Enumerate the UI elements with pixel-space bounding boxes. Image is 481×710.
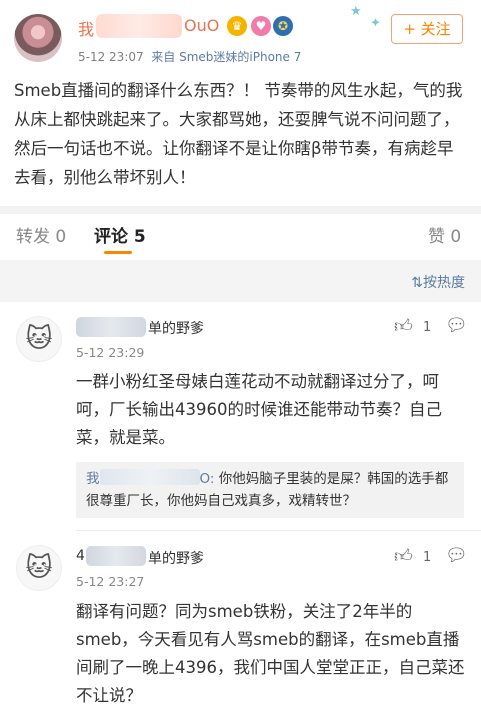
comment-sort-bar bbox=[0, 260, 481, 302]
comment-separator bbox=[76, 530, 481, 531]
star-decor-icon: ✦ bbox=[370, 16, 381, 31]
commenter-name-blur bbox=[76, 317, 146, 337]
sort-by-hot-button[interactable]: ⇅按热度 bbox=[411, 272, 465, 292]
comment-reply[interactable]: 我 O: 你他妈脑子里装的是屎？韩国的选手都很尊重厂长，你他妈自己戏真多，戏精转世… bbox=[76, 462, 464, 518]
tab-repost[interactable]: 转发 0 bbox=[16, 222, 66, 247]
sort-label: 按热度 bbox=[423, 275, 465, 291]
game-badge-icon: ✪ bbox=[273, 16, 293, 36]
reply-comment-icon[interactable]: 💬︎ bbox=[445, 315, 468, 336]
tab-active-indicator bbox=[104, 251, 132, 254]
vip-crown-icon: ♛ bbox=[227, 16, 247, 36]
comment-time: 5-12 23:29 bbox=[76, 345, 145, 360]
reply-author-prefix[interactable]: 我 bbox=[86, 471, 100, 487]
comment-text: 一群小粉红圣母婊白莲花动不动就翻译过分了，呵呵，厂长输出43960的时候谁还能带… bbox=[76, 372, 442, 447]
author-name-suffix[interactable]: OuO bbox=[184, 16, 219, 35]
tab-like[interactable]: 赞 0 bbox=[428, 222, 461, 247]
author-avatar[interactable] bbox=[14, 14, 62, 62]
post-text: Smeb直播间的翻译什么东西？！ 节奏带的风生水起，气的我从床上都快跳起来了。大… bbox=[14, 81, 463, 187]
follow-button[interactable]: + 关注 bbox=[391, 14, 463, 44]
commenter-name-prefix[interactable]: 4 bbox=[76, 548, 85, 564]
commenter-avatar[interactable]: 🐱 bbox=[16, 316, 62, 362]
commenter-name[interactable]: 单的野爹 bbox=[148, 318, 204, 338]
thumbs-up-icon[interactable]: 👍︎ bbox=[394, 315, 413, 337]
commenter-name-blur bbox=[86, 546, 146, 566]
reply-author-blur bbox=[99, 469, 200, 485]
tab-comment[interactable]: 评论 5 bbox=[94, 222, 146, 247]
author-name-blur bbox=[96, 14, 182, 38]
post-meta: 5-12 23:07 来自 Smeb迷妹的iPhone 7 bbox=[78, 48, 301, 65]
comment-text: 翻译有问题？同为smeb铁粉，关注了2年半的smeb，今天看见有人骂smeb的翻… bbox=[76, 602, 465, 705]
commenter-name[interactable]: 单的野爹 bbox=[148, 548, 204, 568]
post-source: 来自 Smeb迷妹的iPhone 7 bbox=[151, 50, 302, 64]
reply-author-suffix[interactable]: O: bbox=[200, 471, 215, 487]
author-name-prefix[interactable]: 我 bbox=[78, 16, 94, 40]
comment-like-count: 1 bbox=[423, 550, 432, 565]
post-time: 5-12 23:07 bbox=[78, 50, 144, 64]
comment-like-count: 1 bbox=[423, 320, 432, 335]
comment-time: 5-12 23:27 bbox=[76, 574, 145, 589]
thumbs-up-icon[interactable]: 👍︎ bbox=[394, 545, 413, 567]
heart-badge-icon: ♥ bbox=[251, 16, 271, 36]
reply-comment-icon[interactable]: 💬︎ bbox=[445, 545, 468, 566]
section-divider bbox=[0, 206, 481, 214]
star-decor-icon: ★ bbox=[350, 4, 362, 19]
commenter-avatar[interactable]: 🐱 bbox=[16, 545, 62, 591]
sort-icon: ⇅ bbox=[411, 275, 423, 291]
